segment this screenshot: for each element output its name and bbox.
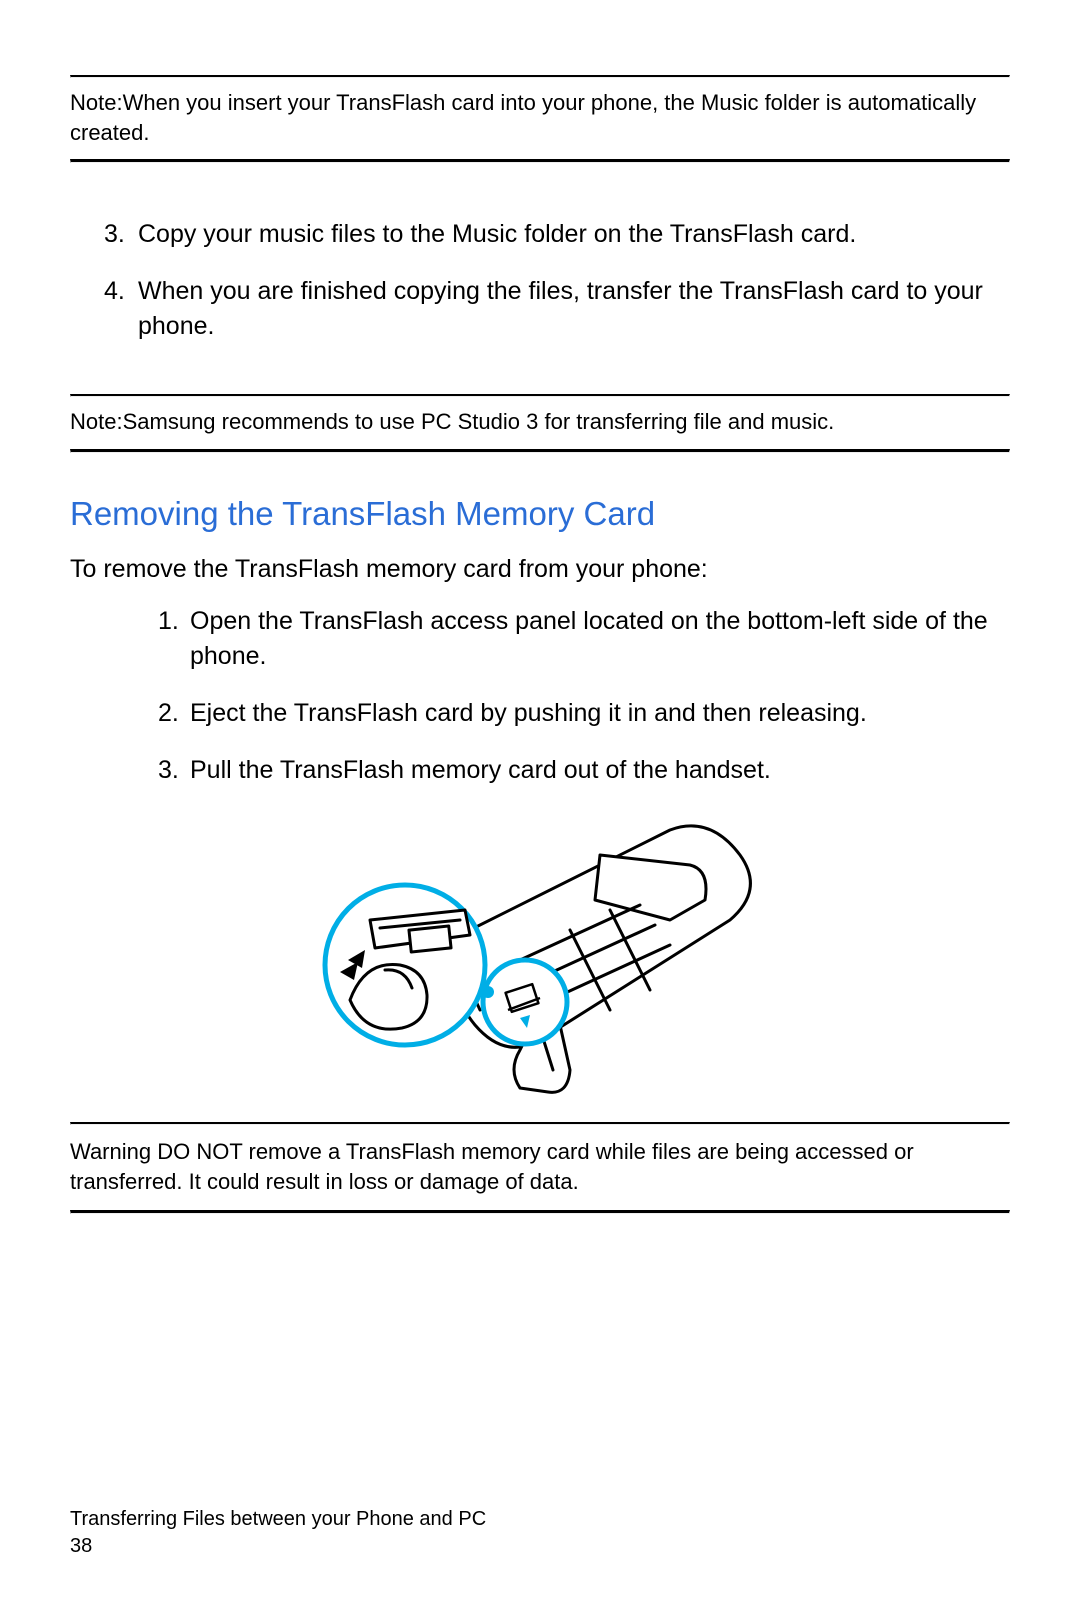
phone-removing-card-icon: [310, 810, 770, 1100]
note-label: Note:: [70, 409, 123, 434]
note-mid: Note:Samsung recommends to use PC Studio…: [70, 397, 1010, 449]
illustration: [70, 810, 1010, 1100]
note-text: When you insert your TransFlash card int…: [70, 90, 976, 145]
step-2: 2. Eject the TransFlash card by pushing …: [70, 696, 1010, 731]
list-item-4: 4. When you are finished copying the fil…: [70, 274, 1010, 344]
list-number: 4.: [70, 274, 138, 344]
list-text: When you are finished copying the files,…: [138, 274, 1010, 344]
footer-page-number: 38: [70, 1533, 486, 1560]
warning: Warning DO NOT remove a TransFlash memor…: [70, 1125, 1010, 1210]
list-text: Copy your music files to the Music folde…: [138, 217, 1010, 252]
step-3: 3. Pull the TransFlash memory card out o…: [70, 753, 1010, 788]
step-text: Eject the TransFlash card by pushing it …: [190, 696, 1010, 731]
rule-mid-lower: [70, 449, 1010, 453]
note-label: Note:: [70, 90, 123, 115]
page-footer: Transferring Files between your Phone an…: [70, 1506, 486, 1560]
section-heading: Removing the TransFlash Memory Card: [70, 495, 1010, 533]
list-item-3: 3. Copy your music files to the Music fo…: [70, 217, 1010, 252]
step-number: 1.: [70, 604, 190, 674]
step-number: 2.: [70, 696, 190, 731]
step-number: 3.: [70, 753, 190, 788]
list-number: 3.: [70, 217, 138, 252]
footer-chapter: Transferring Files between your Phone an…: [70, 1506, 486, 1533]
warning-label: Warning: [70, 1139, 151, 1164]
step-1: 1. Open the TransFlash access panel loca…: [70, 604, 1010, 674]
section-intro: To remove the TransFlash memory card fro…: [70, 555, 1010, 584]
warning-text: DO NOT remove a TransFlash memory card w…: [70, 1139, 914, 1194]
note-text: Samsung recommends to use PC Studio 3 fo…: [123, 409, 835, 434]
step-text: Open the TransFlash access panel located…: [190, 604, 1010, 674]
note-top: Note:When you insert your TransFlash car…: [70, 78, 1010, 159]
step-text: Pull the TransFlash memory card out of t…: [190, 753, 1010, 788]
rule-warn-lower: [70, 1210, 1010, 1214]
